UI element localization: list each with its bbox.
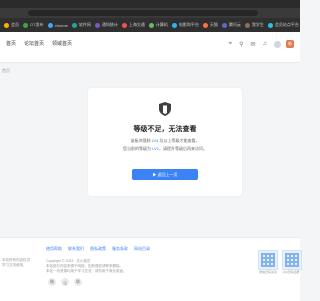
bookmark-item[interactable]: 会员 (4, 22, 19, 28)
level-requirement-text: 该板块限制 LV4 及以上等级才能查看。 (130, 138, 200, 143)
footer-link[interactable]: 网站目录 (134, 246, 150, 252)
go-back-button[interactable]: ▶ 返回上一页 (132, 169, 198, 180)
bookmark-item[interactable]: 通知统计 (94, 22, 118, 28)
avatar[interactable] (274, 40, 281, 48)
bookmark-item[interactable]: 上海交通 (121, 22, 145, 28)
footer-links: 使用帮助 联系我们 隐私政策 服务条款 网站目录 (46, 246, 156, 252)
mail-icon[interactable]: ✉ (250, 41, 255, 48)
bookmark-item[interactable]: 电影和平台 (171, 22, 199, 28)
header-actions: ⌖ ⚲ ✉ ♫ 新 (222, 40, 294, 48)
main-nav: 首页 论坛首页 领域首页 (6, 40, 80, 47)
qr-pattern (261, 253, 275, 267)
bookmark-item[interactable]: 计算机 (148, 22, 168, 28)
bookmark-icon (202, 22, 208, 28)
bookmark-item[interactable]: 天猫 (202, 22, 218, 28)
bookmark-icon (71, 22, 77, 28)
footer-link[interactable]: 联系我们 (68, 246, 84, 252)
bookmark-item[interactable]: OT发布 (23, 22, 44, 28)
access-denied-card: 等级不足，无法查看 该板块限制 LV4 及以上等级才能查看。 您当前的等级为 L… (88, 88, 242, 196)
qr-label: 微信扫码关注 (258, 270, 277, 274)
bookmark-icon (244, 22, 250, 28)
url-input[interactable] (28, 10, 258, 16)
browser-titlebar (0, 0, 300, 8)
bookmark-item[interactable]: 软件网 (71, 22, 91, 28)
bookmark-icon (121, 22, 127, 28)
bookmark-icon (148, 22, 154, 28)
bookmark-item[interactable]: chrome (47, 22, 68, 28)
breadcrumb[interactable]: 首页 (2, 68, 10, 74)
location-icon[interactable]: ⌖ (229, 41, 232, 48)
bookmark-icon (23, 22, 28, 28)
qr-pattern (285, 253, 299, 267)
current-level-text: 您当前的等级为 LV1，请提升等级后再来访问。 (123, 146, 207, 151)
site-header: 首页 论坛首页 领域首页 ⌖ ⚲ ✉ ♫ 新 (0, 32, 300, 63)
shield-icon (159, 102, 171, 116)
wechat-icon[interactable]: 微 (48, 278, 56, 286)
site-footer: 本站所有内容仅供 学习交流使用。 使用帮助 联系我们 隐私政策 服务条款 网站目… (0, 237, 302, 301)
new-badge[interactable]: 新 (286, 40, 294, 48)
bookmark-icon (171, 22, 177, 28)
search-icon[interactable]: ⚲ (239, 41, 243, 48)
bookmark-icon (94, 22, 100, 28)
social-links: 微 Q 联 (48, 278, 87, 286)
bookmark-icon (4, 22, 9, 28)
copyright: Copyright © 2024 · 天小报志 本站部分内容来源于网络，如有侵权… (46, 259, 127, 273)
qq-qr-code (282, 250, 302, 270)
contact-icon[interactable]: 联 (74, 278, 82, 286)
footer-link[interactable]: 隐私政策 (90, 246, 106, 252)
browser-address-bar (0, 8, 300, 18)
bookmark-item[interactable]: 腾讯云 (221, 22, 241, 28)
nav-item-domain[interactable]: 领域首页 (52, 40, 72, 47)
footer-notice: 本站所有内容仅供 学习交流使用。 (2, 258, 30, 267)
qq-icon[interactable]: Q (61, 278, 69, 286)
bell-icon[interactable]: ♫ (263, 41, 268, 47)
bookmark-icon (221, 22, 227, 28)
bookmark-icon (47, 22, 53, 28)
bookmark-item[interactable]: 我学生 (244, 22, 264, 28)
footer-link[interactable]: 服务条款 (112, 246, 128, 252)
nav-item-home[interactable]: 首页 (6, 40, 16, 47)
qr-label: QQ扫码加群 (282, 270, 300, 274)
bookmarks-bar: 会员 OT发布 chrome 软件网 通知统计 上海交通 计算机 电影和平台 天… (0, 18, 300, 32)
bookmark-icon (267, 22, 273, 28)
page-title: 等级不足，无法查看 (133, 126, 197, 133)
bookmark-item[interactable]: 会员站点平台 (267, 22, 299, 28)
wechat-qr-code (258, 250, 278, 270)
current-level: LV1 (152, 146, 159, 151)
footer-link[interactable]: 使用帮助 (46, 246, 62, 252)
nav-item-forum[interactable]: 论坛首页 (24, 40, 44, 47)
